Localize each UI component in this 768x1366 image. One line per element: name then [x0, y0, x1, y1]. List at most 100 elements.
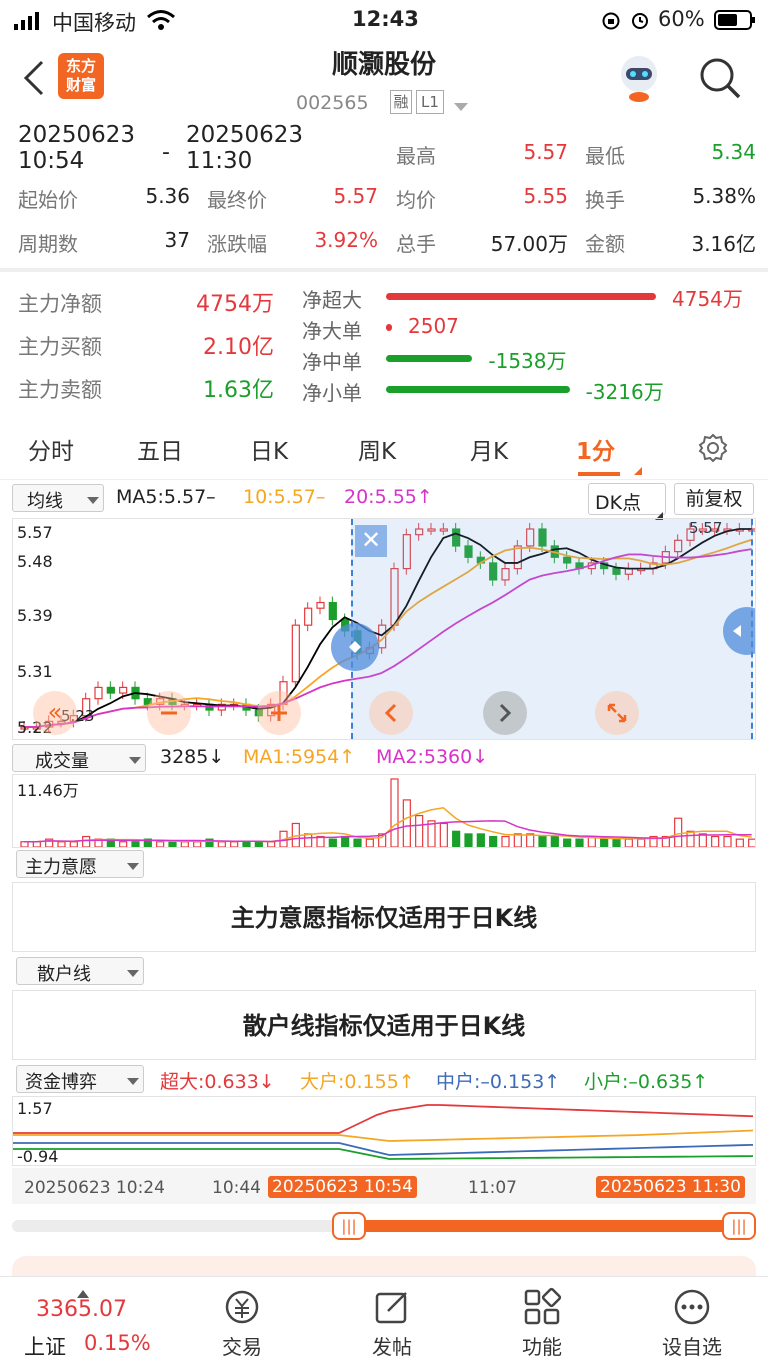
zlyy-indicator-select[interactable]: 主力意愿 [16, 850, 144, 878]
nav-trade[interactable]: 交易 [182, 1277, 302, 1366]
candle-body [328, 601, 337, 621]
edit-icon [375, 1292, 407, 1324]
flow-bar-row: 净大单 2507 [302, 313, 762, 343]
tab-daily-k[interactable]: 日K [250, 432, 288, 466]
chevron-down-icon [129, 749, 141, 770]
volume-bar [624, 838, 633, 847]
y-axis-label-3: 5.39 [17, 606, 53, 625]
time-label-selected-start: 20250623 10:54 [268, 1176, 417, 1198]
zoom-out-icon[interactable] [147, 691, 191, 735]
kline-chart[interactable]: 5.57 5.48 5.39 5.31 5.22 5.23 5.57 ✕ « [12, 518, 756, 740]
volume-bar [748, 838, 755, 847]
index-name[interactable]: 上证 [24, 1331, 66, 1361]
gear-icon[interactable] [697, 432, 729, 468]
chevron-down-icon [87, 489, 99, 510]
main-buy-label: 主力买额 [18, 335, 102, 359]
volume-bar [439, 822, 448, 847]
volume-bar [390, 778, 399, 847]
robot-assistant-icon[interactable] [614, 52, 664, 108]
next-icon[interactable] [483, 691, 527, 735]
volume-bar [489, 835, 498, 847]
margin-badge: 融 [390, 90, 412, 114]
volume-bar [612, 838, 621, 847]
close-value: 5.57 [333, 184, 378, 208]
index-change[interactable]: 0.15% [84, 1331, 151, 1355]
volume-ma1: MA1:5954↑ [243, 746, 356, 768]
volume-bar [119, 841, 128, 847]
ma20-readout: 20:5.55↑ [344, 486, 433, 508]
zjby-medium: 中户:–0.153↑ [436, 1071, 561, 1093]
zjby-indicator-select[interactable]: 资金博弈 [16, 1065, 144, 1093]
close-label: 最终价 [207, 188, 267, 212]
search-icon[interactable] [698, 56, 742, 104]
volume-bar [353, 838, 362, 847]
high-label: 最高 [396, 144, 436, 168]
volume-bar [674, 817, 683, 847]
range-slider-right-handle[interactable]: ||| [722, 1212, 756, 1240]
candle-body [316, 601, 325, 609]
section-divider [0, 268, 768, 272]
flow-bar [386, 355, 473, 362]
nav-post[interactable]: 发帖 [332, 1277, 452, 1366]
volume-bar [82, 835, 91, 847]
battery-percent: 60% [658, 7, 705, 31]
candle-body [291, 624, 300, 683]
volume-bar [538, 835, 547, 847]
chevron-down-icon [127, 855, 139, 876]
volume-ma1-line [24, 806, 752, 843]
carrier: 中国移动 [52, 11, 136, 35]
bottom-nav: 3365.07 上证 0.15% 交易 发帖 功能 设自选 [0, 1276, 768, 1366]
shx-indicator-select[interactable]: 散户线 [16, 957, 144, 985]
adjust-label: 前复权 [685, 488, 743, 510]
time-label-selected-end: 20250623 11:30 [596, 1176, 745, 1198]
grid-icon [524, 1287, 562, 1325]
volume-bar [267, 841, 276, 847]
status-bar: 中国移动 12:43 60% [0, 0, 768, 40]
range-end-time: 11:30 [186, 148, 253, 174]
tab-intraday[interactable]: 分时 [28, 432, 74, 466]
range-slider-left-handle[interactable]: ||| [332, 1212, 366, 1240]
ma-indicator-select[interactable]: 均线 [12, 484, 104, 512]
period-tabs: 分时 五日 日K 周K 月K 1分 [0, 418, 768, 480]
range-slider-fill [348, 1220, 724, 1232]
prev-icon[interactable] [369, 691, 413, 735]
volume-bar [254, 841, 263, 847]
tab-monthly-k[interactable]: 月K [470, 432, 508, 466]
range-start-time: 10:54 [18, 148, 85, 174]
zlyy-indicator-label: 主力意愿 [25, 857, 97, 878]
main-sell-label: 主力卖额 [18, 378, 102, 402]
volume-indicator-select[interactable]: 成交量 [12, 744, 146, 772]
index-value[interactable]: 3365.07 [36, 1297, 127, 1322]
tab-five-day[interactable]: 五日 [137, 432, 183, 466]
candle-body [106, 686, 115, 694]
flow-bar-value: -1538万 [488, 349, 567, 373]
nav-functions[interactable]: 功能 [482, 1277, 602, 1366]
left-drag-handle[interactable] [331, 623, 379, 671]
dk-point-button[interactable]: DK点 [588, 483, 666, 520]
turnover-label: 换手 [585, 188, 625, 212]
range-dash: - [162, 140, 170, 165]
flow-bar-value: 4754万 [672, 287, 743, 311]
volume-bar [402, 799, 411, 847]
caret-down-icon[interactable] [453, 97, 469, 116]
change-label: 涨跌幅 [207, 232, 267, 256]
volume-bar [452, 830, 461, 847]
zjby-ybot: -0.94 [17, 1147, 59, 1166]
candle-body [94, 686, 103, 700]
volume-bar [698, 833, 707, 847]
zjby-chart[interactable]: 1.57 -0.94 [12, 1096, 756, 1166]
level-badge: L1 [416, 90, 444, 114]
ma5-readout: MA5:5.57– [116, 486, 216, 508]
tab-1min[interactable]: 1分 [576, 432, 615, 466]
adjust-button[interactable]: 前复权 [674, 483, 754, 515]
tab-weekly-k[interactable]: 周K [358, 432, 396, 466]
expand-icon[interactable] [595, 691, 639, 735]
y-axis-label-1: 5.57 [17, 523, 53, 542]
close-icon[interactable]: ✕ [355, 525, 387, 557]
volume-chart[interactable]: 11.46万 [12, 774, 756, 848]
volume-bar [575, 838, 584, 847]
rewind-icon[interactable]: « [33, 691, 77, 735]
zoom-in-icon[interactable] [257, 691, 301, 735]
right-drag-handle[interactable] [723, 607, 755, 655]
nav-add-watchlist[interactable]: 设自选 [632, 1277, 752, 1366]
